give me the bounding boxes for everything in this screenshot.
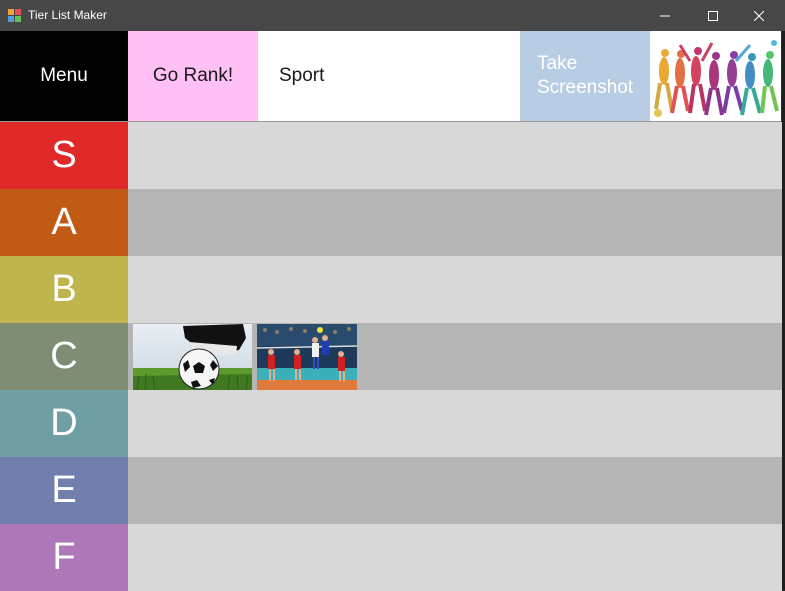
tier-label-e[interactable]: E bbox=[0, 457, 128, 524]
app-grid-icon bbox=[8, 9, 21, 22]
tier-row-s: S bbox=[0, 122, 782, 189]
sports-silhouettes-logo bbox=[650, 31, 781, 121]
soccer-ball-image[interactable] bbox=[133, 324, 252, 390]
maximize-icon bbox=[708, 10, 718, 21]
tier-label-s[interactable]: S bbox=[0, 122, 128, 189]
title-bar: Tier List Maker bbox=[0, 0, 785, 31]
tier-lane-f[interactable] bbox=[128, 524, 782, 591]
tier-row-a: A bbox=[0, 189, 782, 256]
go-rank-button[interactable]: Go Rank! bbox=[128, 31, 258, 121]
tier-label-b[interactable]: B bbox=[0, 256, 128, 323]
tier-lane-d[interactable] bbox=[128, 390, 782, 457]
tier-row-d: D bbox=[0, 390, 782, 457]
toolbar: Menu Go Rank! Sport Take Screenshot bbox=[0, 31, 781, 122]
tier-lane-e[interactable] bbox=[128, 457, 782, 524]
tier-row-e: E bbox=[0, 457, 782, 524]
take-screenshot-button[interactable]: Take Screenshot bbox=[520, 31, 650, 121]
close-button[interactable] bbox=[736, 0, 782, 31]
tier-label-a[interactable]: A bbox=[0, 189, 128, 256]
window-title: Tier List Maker bbox=[28, 8, 107, 22]
minimize-button[interactable] bbox=[642, 0, 688, 31]
tier-row-c: C bbox=[0, 323, 782, 390]
close-icon bbox=[754, 10, 764, 21]
tier-lane-a[interactable] bbox=[128, 189, 782, 256]
volleyball-match-image[interactable] bbox=[257, 324, 357, 390]
tier-row-f: F bbox=[0, 524, 782, 591]
tier-lane-b[interactable] bbox=[128, 256, 782, 323]
tier-row-b: B bbox=[0, 256, 782, 323]
tier-label-d[interactable]: D bbox=[0, 390, 128, 457]
topic-label: Sport bbox=[279, 65, 325, 86]
maximize-button[interactable] bbox=[690, 0, 736, 31]
menu-button[interactable]: Menu bbox=[0, 31, 128, 121]
tier-lane-s[interactable] bbox=[128, 122, 782, 189]
tier-label-c[interactable]: C bbox=[0, 323, 128, 390]
tier-label-f[interactable]: F bbox=[0, 524, 128, 591]
minimize-icon bbox=[660, 15, 670, 16]
tier-list: S A B C D E F bbox=[0, 122, 782, 591]
tier-lane-c[interactable] bbox=[128, 323, 782, 390]
